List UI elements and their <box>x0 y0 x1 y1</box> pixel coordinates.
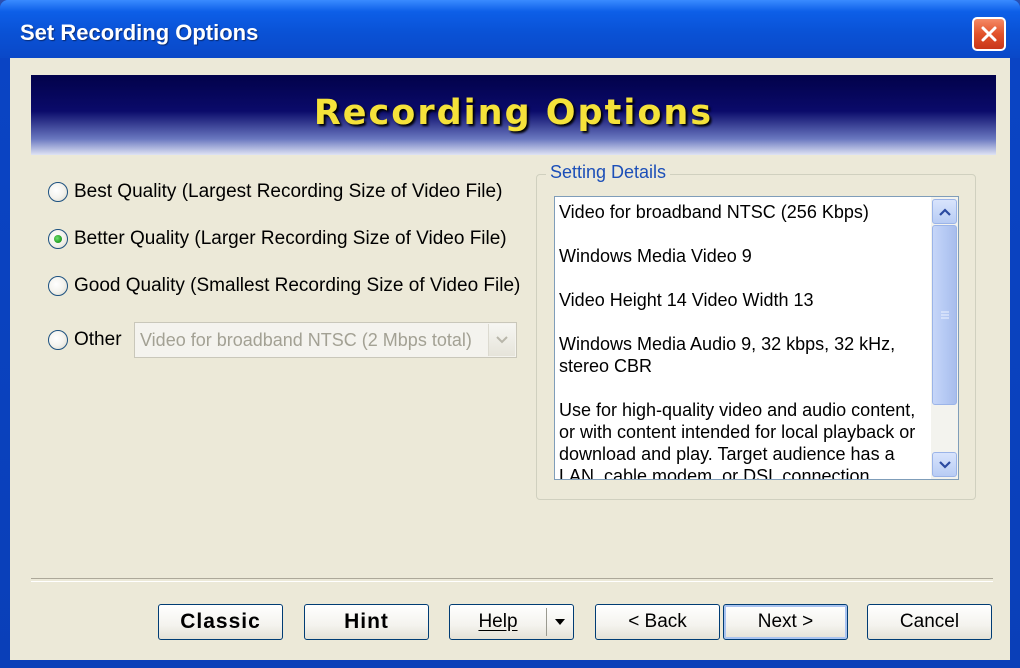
header-banner: Recording Options <box>31 75 996 155</box>
chevron-down-icon <box>496 336 508 344</box>
next-button[interactable]: Next > <box>723 604 848 640</box>
arrow-down-icon <box>938 460 951 469</box>
radio-label: Other <box>74 329 122 350</box>
select-value: Video for broadband NTSC (2 Mbps total) <box>140 329 472 350</box>
radio-best-quality[interactable]: Best Quality (Largest Recording Size of … <box>48 178 502 206</box>
back-button[interactable]: < Back <box>595 604 720 640</box>
scroll-down-button[interactable] <box>932 452 957 477</box>
help-dropdown-button[interactable] <box>547 605 573 639</box>
hint-button[interactable]: Hint <box>304 604 429 640</box>
radio-other[interactable]: Other <box>48 326 122 354</box>
dialog-window: Set Recording Options Recording Options … <box>0 0 1020 668</box>
detail-line: Video for broadband NTSC (256 Kbps) <box>559 202 869 222</box>
title-bar[interactable]: Set Recording Options <box>0 0 1020 58</box>
radio-button[interactable] <box>48 276 68 296</box>
details-text: Video for broadband NTSC (256 Kbps) Wind… <box>559 201 925 480</box>
setting-details-textbox[interactable]: Video for broadband NTSC (256 Kbps) Wind… <box>554 196 959 480</box>
detail-line: Video Height 14 Video Width 13 <box>559 290 814 310</box>
help-button-label[interactable]: Help <box>450 611 546 633</box>
cancel-button[interactable]: Cancel <box>867 604 992 640</box>
radio-good-quality[interactable]: Good Quality (Smallest Recording Size of… <box>48 272 520 300</box>
other-format-select[interactable]: Video for broadband NTSC (2 Mbps total) <box>134 322 517 358</box>
radio-better-quality[interactable]: Better Quality (Larger Recording Size of… <box>48 225 507 253</box>
separator-line <box>31 578 993 582</box>
close-button[interactable] <box>972 17 1006 51</box>
classic-button[interactable]: Classic <box>158 604 283 640</box>
detail-line: Use for high-quality video and audio con… <box>559 400 916 480</box>
help-split-button[interactable]: Help <box>449 604 574 640</box>
dialog-client-area: Recording Options Best Quality (Largest … <box>10 58 1010 660</box>
scroll-up-button[interactable] <box>932 199 957 224</box>
scroll-thumb[interactable] <box>932 225 957 405</box>
detail-line: Windows Media Audio 9, 32 kbps, 32 kHz, … <box>559 334 896 376</box>
radio-button[interactable] <box>48 182 68 202</box>
arrow-up-icon <box>938 207 951 216</box>
caret-down-icon <box>555 619 565 625</box>
detail-line: Windows Media Video 9 <box>559 246 752 266</box>
radio-label: Better Quality (Larger Recording Size of… <box>74 228 507 249</box>
dropdown-button[interactable] <box>488 324 515 356</box>
radio-selected-dot <box>54 235 62 243</box>
grip-icon <box>940 311 949 319</box>
vertical-scrollbar[interactable] <box>931 197 958 479</box>
radio-button[interactable] <box>48 330 68 350</box>
window-title: Set Recording Options <box>20 20 259 45</box>
radio-label: Good Quality (Smallest Recording Size of… <box>74 275 521 296</box>
radio-button[interactable] <box>48 229 68 249</box>
radio-label: Best Quality (Largest Recording Size of … <box>74 181 503 202</box>
banner-title: Recording Options <box>313 93 714 133</box>
close-icon <box>981 26 997 42</box>
setting-details-label: Setting Details <box>546 162 671 183</box>
